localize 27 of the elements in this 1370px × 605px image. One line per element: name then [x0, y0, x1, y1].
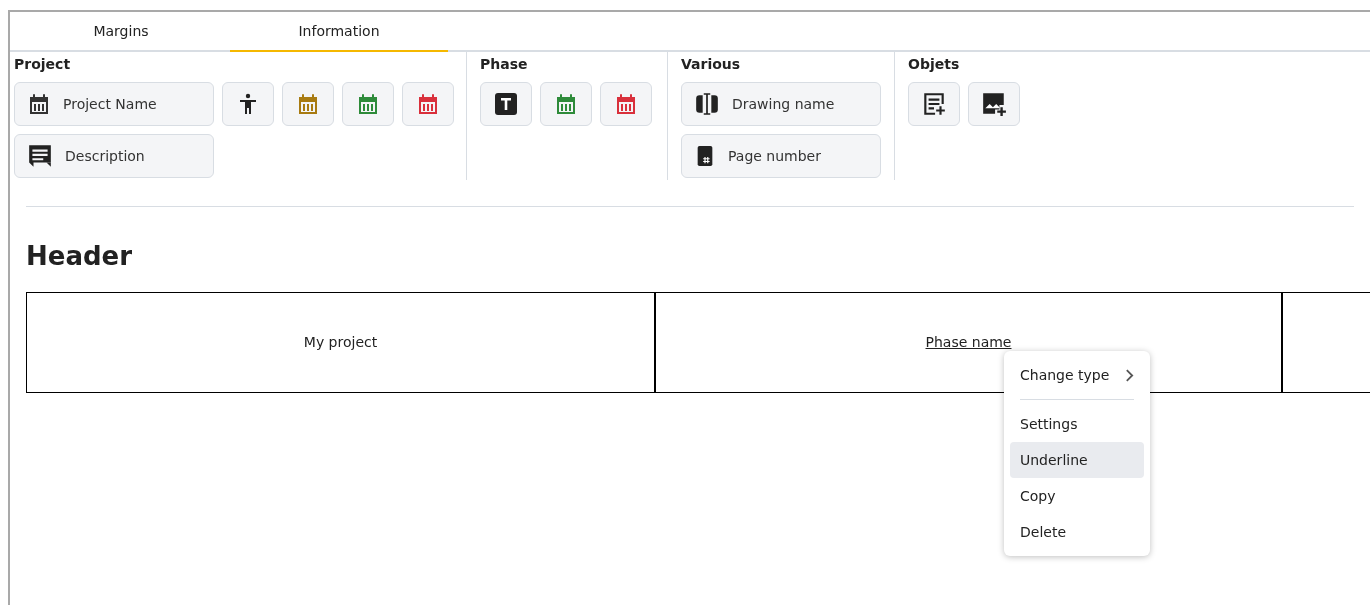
toolbar-button[interactable]: Drawing name	[681, 82, 881, 126]
chevron-right-icon	[1125, 368, 1134, 382]
table-cell-text: My project	[302, 333, 379, 352]
menu-item[interactable]: Copy	[1010, 478, 1144, 514]
group-title: Phase	[480, 55, 528, 74]
icon-button[interactable]	[908, 82, 960, 126]
menu-item[interactable]: Change type	[1010, 357, 1144, 393]
menu-item[interactable]: Underline	[1010, 442, 1144, 478]
text-cursor-icon	[694, 91, 720, 117]
group-title: Various	[681, 55, 741, 74]
toolbar-button[interactable]: Description	[14, 134, 214, 178]
note-add-icon	[921, 91, 947, 117]
toolbar-button[interactable]: Page number	[681, 134, 881, 178]
toolbar-button[interactable]: Project Name	[14, 82, 214, 126]
tab[interactable]: Margins	[12, 12, 230, 52]
image-add-icon	[981, 91, 1007, 117]
tab[interactable]: Information	[230, 12, 448, 52]
icon-button[interactable]	[968, 82, 1020, 126]
icon-button[interactable]	[222, 82, 274, 126]
group-title: Objets	[908, 55, 960, 74]
menu-item[interactable]: Delete	[1010, 514, 1144, 550]
menu-item[interactable]: Settings	[1010, 406, 1144, 442]
text-icon	[494, 92, 518, 116]
icon-button[interactable]	[480, 82, 532, 126]
comment-icon	[27, 143, 53, 169]
section-heading: Header	[26, 240, 132, 273]
group-title: Project	[14, 55, 71, 74]
